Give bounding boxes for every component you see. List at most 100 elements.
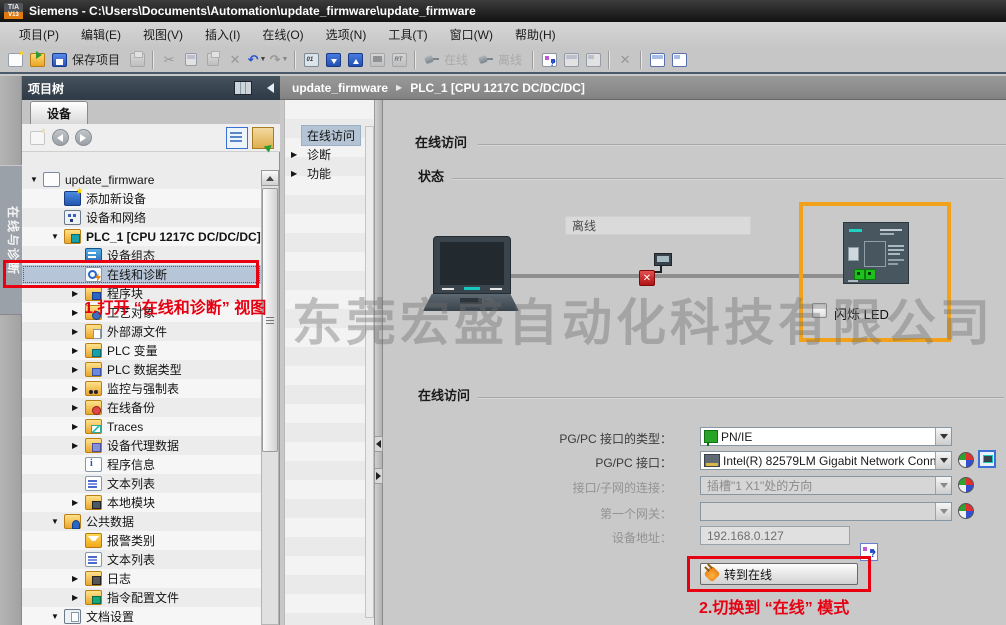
interface-globe-icon[interactable] (958, 503, 974, 519)
compile-button[interactable] (300, 49, 322, 70)
menu-item[interactable]: 在线(O) (251, 23, 314, 46)
interface-globe-icon[interactable] (958, 452, 974, 468)
tree-item[interactable]: ▶ PLC 变量 (22, 341, 261, 360)
dropdown-arrow-icon[interactable] (935, 428, 951, 445)
go-offline-toolbar-label[interactable]: 离线 (498, 51, 522, 68)
cut-button[interactable]: ✂ (158, 49, 180, 70)
undo-button[interactable]: ↶ ▼ (246, 49, 268, 70)
nav-item[interactable]: 在线访问 (285, 125, 374, 146)
menu-item[interactable]: 项目(P) (8, 23, 70, 46)
tab-devices[interactable]: 设备 (30, 101, 88, 124)
add-new-item-button[interactable] (28, 129, 46, 147)
save-project-label[interactable]: 保存项目 (72, 51, 120, 68)
accessible-devices-button[interactable] (538, 49, 560, 70)
new-project-button[interactable] (4, 49, 26, 70)
go-offline-toolbar-button[interactable] (474, 49, 496, 70)
tree-item[interactable]: ▼ PLC_1 [CPU 1217C DC/DC/DC] (22, 227, 261, 246)
tree-item[interactable]: ▶ Traces (22, 417, 261, 436)
go-online-toolbar-button[interactable] (420, 49, 442, 70)
device-address-input[interactable] (700, 526, 850, 545)
details-view-button[interactable] (226, 126, 248, 149)
expander-icon[interactable]: ▶ (72, 346, 85, 355)
expander-icon[interactable]: ▶ (72, 574, 85, 583)
save-project-button[interactable] (48, 49, 70, 70)
collapse-tree-icon[interactable] (258, 82, 274, 94)
expander-icon[interactable]: ▼ (51, 517, 64, 526)
expander-icon[interactable]: ▶ (72, 498, 85, 507)
menu-item[interactable]: 插入(I) (194, 23, 251, 46)
flash-led-checkbox[interactable] (812, 303, 827, 318)
stop-simulation-button[interactable] (582, 49, 604, 70)
expander-icon[interactable]: ▼ (51, 612, 64, 621)
print-button[interactable] (126, 49, 148, 70)
expander-icon[interactable]: ▼ (30, 175, 43, 184)
nav-item[interactable]: ▶ 诊断 (285, 145, 374, 164)
start-simulation-button[interactable] (560, 49, 582, 70)
menu-item[interactable]: 工具(T) (377, 23, 438, 46)
expander-icon[interactable]: ▶ (291, 169, 302, 178)
folder-docs-icon (64, 609, 81, 624)
expander-icon[interactable]: ▶ (72, 365, 85, 374)
tree-item[interactable]: ▶ 在线备份 (22, 398, 261, 417)
expander-icon[interactable]: ▶ (72, 327, 85, 336)
breadcrumb-project[interactable]: update_firmware (292, 81, 388, 95)
nav-item[interactable]: ▶ 功能 (285, 164, 374, 183)
copy-button[interactable] (180, 49, 202, 70)
split-horizontal-button[interactable] (646, 49, 668, 70)
cross-reference-button[interactable]: ✕ (614, 49, 636, 70)
tree-item[interactable]: ▼ 文档设置 (22, 607, 261, 625)
menu-item[interactable]: 窗口(W) (439, 23, 504, 46)
panel-divider[interactable] (374, 100, 383, 625)
expander-icon[interactable]: ▶ (72, 384, 85, 393)
start-cpu-button[interactable] (366, 49, 388, 70)
delete-button[interactable]: ✕ (224, 49, 246, 70)
start-runtime-button[interactable] (388, 49, 410, 70)
expander-icon[interactable]: ▶ (291, 150, 302, 159)
menu-item[interactable]: 视图(V) (132, 23, 194, 46)
expander-icon[interactable]: ▶ (72, 422, 85, 431)
tree-item[interactable]: ▶ 日志 (22, 569, 261, 588)
split-vertical-button[interactable] (668, 49, 690, 70)
tree-item[interactable]: 程序信息 (22, 455, 261, 474)
overview-button[interactable] (252, 126, 274, 149)
tree-item[interactable]: ▶ 设备代理数据 (22, 436, 261, 455)
tree-item[interactable]: ▶ PLC 数据类型 (22, 360, 261, 379)
pg-pc-interface-select[interactable]: Intel(R) 82579LM Gigabit Network Connect… (700, 451, 952, 470)
go-online-toolbar-label[interactable]: 在线 (444, 51, 468, 68)
interface-globe-icon[interactable] (958, 477, 974, 493)
interface-type-select[interactable]: PN/IE (700, 427, 952, 446)
download-button[interactable] (322, 49, 344, 70)
nav-scrollbar[interactable] (365, 126, 374, 618)
tree-item[interactable]: ▼ 公共数据 (22, 512, 261, 531)
menu-item[interactable]: 编辑(E) (70, 23, 132, 46)
folder-watch-icon (85, 381, 102, 396)
tree-scrollbar-thumb[interactable] (262, 188, 278, 452)
tree-scrollbar-up-button[interactable] (261, 170, 279, 186)
tree-item[interactable]: 报警类别 (22, 531, 261, 550)
redo-button[interactable]: ↷ ▼ (268, 49, 290, 70)
menu-item[interactable]: 帮助(H) (504, 23, 567, 46)
browse-network-icon[interactable] (978, 450, 996, 468)
navigate-forward-button[interactable] (74, 129, 92, 147)
tree-item[interactable]: ▶ 指令配置文件 (22, 588, 261, 607)
open-project-button[interactable] (26, 49, 48, 70)
tree-columns-icon[interactable] (234, 81, 252, 95)
tree-item[interactable]: 添加新设备 (22, 189, 261, 208)
tree-item[interactable]: 设备和网络 (22, 208, 261, 227)
navigate-back-button[interactable] (51, 129, 69, 147)
upload-button[interactable] (344, 49, 366, 70)
expander-icon[interactable]: ▶ (72, 593, 85, 602)
tree-item[interactable]: ▶ 外部源文件 (22, 322, 261, 341)
expander-icon[interactable]: ▶ (72, 441, 85, 450)
dropdown-arrow-icon[interactable] (935, 452, 951, 469)
tree-item[interactable]: 文本列表 (22, 550, 261, 569)
paste-button[interactable] (202, 49, 224, 70)
tree-item[interactable]: ▶ 本地模块 (22, 493, 261, 512)
tree-item[interactable]: 文本列表 (22, 474, 261, 493)
menu-item[interactable]: 选项(N) (315, 23, 378, 46)
expander-icon[interactable]: ▶ (72, 403, 85, 412)
tree-item[interactable]: ▼ update_firmware (22, 170, 261, 189)
breadcrumb-device[interactable]: PLC_1 [CPU 1217C DC/DC/DC] (410, 81, 585, 95)
expander-icon[interactable]: ▼ (51, 232, 64, 241)
tree-item[interactable]: ▶ 监控与强制表 (22, 379, 261, 398)
